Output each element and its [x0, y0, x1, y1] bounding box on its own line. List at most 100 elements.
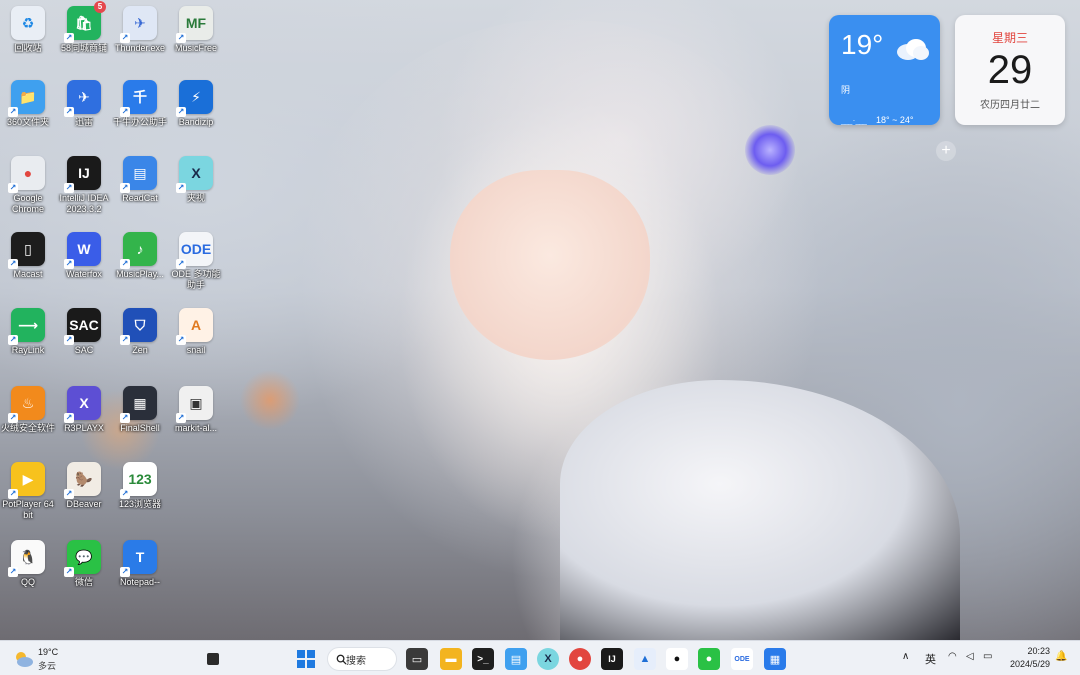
desktop-icon[interactable]: 🐧 ↗ QQ — [0, 540, 56, 588]
shortcut-arrow-icon: ↗ — [8, 183, 18, 193]
desktop-icon[interactable]: X ↗ 夹视 — [168, 156, 224, 204]
volume-icon[interactable]: ◁ — [966, 651, 974, 662]
desktop-icon[interactable]: 123 ↗ 123浏览器 — [112, 462, 168, 510]
desktop-icon[interactable]: ✈ ↗ Thunder.exe — [112, 6, 168, 54]
desktop-icon-label: RayLink — [11, 345, 45, 355]
desktop-icon[interactable]: 🛍 ↗ 5 58同城商铺 — [56, 1, 112, 54]
app-icon: ✈ ↗ — [64, 80, 101, 117]
taskbar-search-box[interactable]: 搜索 — [327, 647, 397, 671]
weather-widget[interactable]: 19° 阴 ___ · ___ 18° ~ 24° — [829, 15, 940, 125]
shortcut-arrow-icon: ↗ — [64, 335, 74, 345]
desktop-icon[interactable]: ▦ ↗ FinalShell — [112, 386, 168, 434]
desktop-icon[interactable]: IJ ↗ IntelliJ IDEA 2023.3.2 — [56, 156, 112, 215]
app-icon: A ↗ — [176, 308, 213, 345]
desktop-icon-label: R3PLAYX — [64, 423, 104, 433]
image-app-icon[interactable]: ▦ — [764, 648, 786, 670]
qq-icon[interactable]: ● — [666, 648, 688, 670]
notification-bell-icon[interactable]: 🔔 — [1055, 651, 1067, 662]
desktop-icon[interactable]: ♨ ↗ 火绒安全软件 — [0, 386, 56, 434]
desktop-icon[interactable]: ✈ ↗ 迅雷 — [56, 80, 112, 128]
desktop-icon[interactable]: ▤ ↗ ReadCat — [112, 156, 168, 204]
calendar-weekday: 星期三 — [991, 31, 1028, 45]
desktop-icon[interactable]: ♪ ↗ MusicPlay... — [112, 232, 168, 280]
desktop-icon[interactable]: ▶ ↗ PotPlayer 64 bit — [0, 462, 56, 521]
calendar-widget[interactable]: 星期三 29 农历四月廿二 — [955, 15, 1065, 125]
add-widget-button[interactable]: + — [936, 141, 956, 161]
wifi-icon[interactable]: ◠ — [948, 651, 957, 662]
desktop-icon-label: 夹视 — [186, 193, 205, 203]
app-icon-glyph: 🐧 — [19, 548, 37, 565]
desktop-icon[interactable]: ● ↗ Google Chrome — [0, 156, 56, 215]
desktop-icon[interactable]: T ↗ Notepad-- — [112, 540, 168, 588]
intellij-icon[interactable]: IJ — [601, 648, 623, 670]
shortcut-arrow-icon: ↗ — [64, 489, 74, 499]
desktop-icon-label: Macast — [13, 269, 43, 279]
tray-chevron-up-icon[interactable]: ∧ — [902, 651, 909, 662]
file-explorer-icon[interactable]: ▬ — [440, 648, 462, 670]
ode-icon[interactable]: ODE — [731, 648, 753, 670]
app-triangle-icon[interactable]: ▲ — [634, 648, 656, 670]
app-icon: MF ↗ — [176, 6, 213, 43]
battery-icon[interactable]: ▭ — [983, 651, 992, 662]
shortcut-arrow-icon: ↗ — [8, 567, 18, 577]
app-icon: ⚡ ↗ — [176, 80, 213, 117]
chrome-icon[interactable]: ● — [569, 648, 591, 670]
task-view-icon[interactable]: ▭ — [406, 648, 428, 670]
taskbar-clock[interactable]: 20:23 2024/5/29 — [1000, 645, 1050, 671]
shortcut-arrow-icon: ↗ — [120, 183, 130, 193]
desktop-icon[interactable]: MF ↗ MusicFree — [168, 6, 224, 54]
xshell-icon[interactable]: X — [537, 648, 559, 670]
desktop-icon[interactable]: ♻ 回收站 — [0, 6, 56, 54]
taskbar-weather[interactable]: 19°C 多云 — [12, 647, 92, 671]
desktop-icon-label: Thunder.exe — [114, 43, 166, 53]
shortcut-arrow-icon: ↗ — [176, 413, 186, 423]
desktop-icon[interactable]: A ↗ snail — [168, 308, 224, 356]
desktop-icon-label: DBeaver — [66, 499, 102, 509]
desktop-icon-label: 360文件夹 — [6, 117, 50, 127]
desktop-icon[interactable]: 🦫 ↗ DBeaver — [56, 462, 112, 510]
desktop-icon[interactable]: ▯ ↗ Macast — [0, 232, 56, 280]
app-icon-glyph: ▤ — [133, 164, 147, 181]
weather-location: ___ · ___ — [841, 116, 867, 125]
app-icon-glyph: X — [79, 395, 89, 411]
desktop-icon-label: 微信 — [74, 577, 93, 587]
search-icon — [336, 654, 347, 665]
desktop-icon[interactable]: 💬 ↗ 微信 — [56, 540, 112, 588]
desktop-icon[interactable]: SAC ↗ SAC — [56, 308, 112, 356]
desktop-icon-label: Google Chrome — [11, 193, 44, 214]
start-button[interactable] — [295, 648, 317, 670]
desktop-icon[interactable]: ODE ↗ ODE 多功能助手 — [168, 232, 224, 291]
desktop-icon-label: Bandizip — [178, 117, 214, 127]
desktop-icon[interactable]: 📁 ↗ 360文件夹 — [0, 80, 56, 128]
input-language[interactable]: 英 — [925, 651, 936, 667]
stop-icon[interactable] — [207, 653, 219, 665]
desktop-icon-label: Notepad-- — [119, 577, 161, 587]
shortcut-arrow-icon: ↗ — [176, 107, 186, 117]
desktop-icon[interactable]: X ↗ R3PLAYX — [56, 386, 112, 434]
app-icon: SAC ↗ — [64, 308, 101, 345]
calendar-day: 29 — [987, 48, 1033, 92]
desktop-icon[interactable]: ⟶ ↗ RayLink — [0, 308, 56, 356]
app-icon-glyph: ▣ — [189, 394, 203, 411]
shortcut-arrow-icon: ↗ — [64, 107, 74, 117]
desktop-icon[interactable]: 千 ↗ 千牛办公助手 — [112, 80, 168, 128]
desktop-icon-label: 回收站 — [14, 43, 42, 53]
taskbar-weather-temp: 19°C — [38, 647, 59, 657]
terminal-icon[interactable]: >_ — [472, 648, 494, 670]
shortcut-arrow-icon: ↗ — [176, 33, 186, 43]
shortcut-arrow-icon: ↗ — [64, 567, 74, 577]
wechat-icon[interactable]: ● — [698, 648, 720, 670]
shortcut-arrow-icon: ↗ — [176, 335, 186, 345]
desktop-icon-label: MusicPlay... — [116, 269, 164, 279]
app-icon-glyph: IJ — [78, 165, 90, 181]
app-icon-glyph: 🦫 — [75, 470, 93, 487]
desktop-icon-label: FinalShell — [120, 423, 160, 433]
desktop-icon[interactable]: ⛉ ↗ Zen — [112, 308, 168, 356]
folder-app-icon[interactable]: ▤ — [505, 648, 527, 670]
windows-start-icon — [297, 650, 315, 668]
desktop-icon[interactable]: ▣ ↗ markit-al... — [168, 386, 224, 434]
desktop-icon[interactable]: ⚡ ↗ Bandizip — [168, 80, 224, 128]
shortcut-arrow-icon: ↗ — [8, 413, 18, 423]
desktop-icon[interactable]: W ↗ Waterfox — [56, 232, 112, 280]
clock-time: 20:23 — [1027, 646, 1050, 656]
